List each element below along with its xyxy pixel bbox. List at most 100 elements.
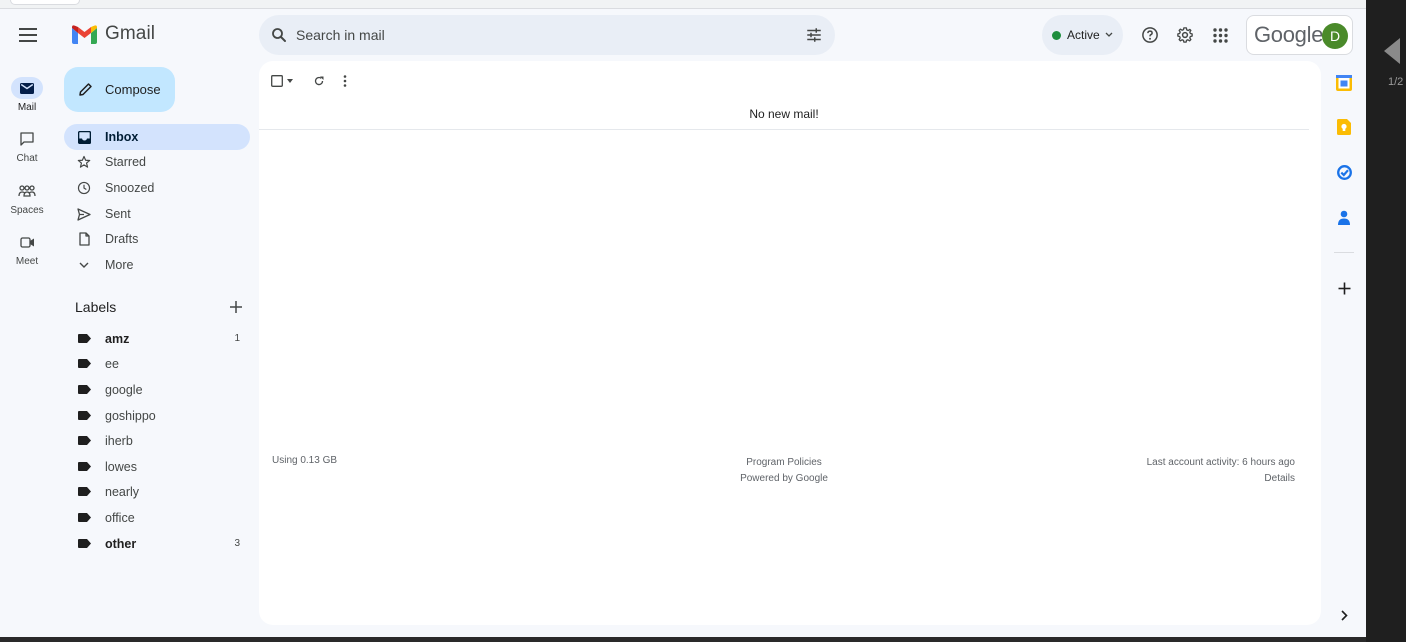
label-name: office [105,510,135,525]
main-menu-button[interactable] [12,20,44,50]
more-actions-button[interactable] [343,75,347,87]
label-name: iherb [105,433,133,448]
plus-icon[interactable] [228,299,244,315]
label-item-office[interactable]: office [64,505,250,530]
nav-item-sent[interactable]: Sent [64,201,250,227]
label-tag-icon [78,334,91,343]
label-item-ee[interactable]: ee [64,351,250,376]
side-panel-divider [1334,252,1354,253]
viewer-side-strip: 1/2 [1366,0,1406,642]
nav-item-more[interactable]: More [64,252,250,278]
label-name: nearly [105,484,140,499]
chevron-right-icon [1340,609,1348,621]
meet-icon [19,236,34,248]
label-tag-icon [78,411,91,420]
label-name: goshippo [105,408,156,423]
rail-item-mail[interactable]: Mail [0,77,54,113]
label-item-goshippo[interactable]: goshippo [64,403,250,428]
page-indicator: 1/2 [1388,76,1404,88]
compose-label: Compose [105,82,161,97]
label-item-amz[interactable]: amz 1 [64,326,250,351]
contacts-icon [1338,210,1350,225]
search-options-icon[interactable] [805,26,823,44]
mail-list-panel: No new mail! Using 0.13 GB Program Polic… [259,61,1321,625]
calendar-icon [1336,75,1352,91]
search-icon[interactable] [270,26,288,44]
gmail-app: Gmail Active Google D Mail [0,9,1366,637]
settings-button[interactable] [1174,24,1196,46]
browser-tab[interactable] [10,0,80,5]
status-selector[interactable]: Active [1042,15,1123,55]
compose-button[interactable]: Compose [64,67,175,112]
label-count: 3 [234,538,240,549]
select-all-checkbox[interactable] [271,75,293,87]
nav-item-snoozed[interactable]: Snoozed [64,175,250,201]
mail-icon [20,82,34,94]
rail-label: Spaces [10,205,44,216]
label-item-nearly[interactable]: nearly [64,479,250,504]
label-name: other [105,536,137,551]
previous-page-icon[interactable] [1384,38,1400,64]
bottom-bar [0,637,1366,642]
more-vert-icon [343,75,347,87]
label-count: 1 [234,333,240,344]
nav-label: Drafts [105,232,139,246]
gmail-m-icon [72,24,97,44]
apps-grid-icon [1212,27,1228,43]
label-item-google[interactable]: google [64,377,250,402]
nav-label: Starred [105,155,146,169]
get-addons-button[interactable] [1334,278,1354,298]
checkbox-icon [271,75,283,87]
tasks-button[interactable] [1334,162,1354,182]
calendar-button[interactable] [1334,73,1354,93]
details-link[interactable]: Details [1147,471,1295,487]
rail-item-meet[interactable]: Meet [0,231,54,267]
label-item-iherb[interactable]: iherb [64,428,250,453]
refresh-icon [314,76,324,86]
apps-button[interactable] [1209,24,1231,46]
footer-right: Last account activity: 6 hours ago Detai… [1147,455,1295,487]
status-label: Active [1067,28,1100,42]
label-item-lowes[interactable]: lowes [64,454,250,479]
hamburger-icon [19,28,37,42]
account-button[interactable]: Google D [1246,15,1353,55]
nav-label: Snoozed [105,181,155,195]
nav-label: Inbox [105,130,139,144]
label-name: lowes [105,459,137,474]
label-name: ee [105,356,119,371]
draft-icon [78,232,90,246]
nav-item-inbox[interactable]: Inbox [64,124,250,150]
rail-label: Meet [15,256,39,267]
pencil-icon [79,83,92,96]
label-item-other[interactable]: other 3 [64,531,250,556]
clock-icon [77,181,91,195]
label-tag-icon [78,359,91,368]
chat-icon [20,132,34,146]
show-side-panel-button[interactable] [1334,605,1354,625]
rail-item-spaces[interactable]: Spaces [0,180,54,216]
refresh-button[interactable] [313,75,325,87]
search-bar[interactable] [259,15,835,55]
label-tag-icon [78,462,91,471]
rail-label: Mail [17,102,37,113]
star-icon [77,155,91,168]
google-logo: Google [1254,22,1324,47]
nav-item-drafts[interactable]: Drafts [64,226,250,252]
keep-button[interactable] [1334,117,1354,137]
search-input[interactable] [296,27,776,43]
browser-tab-strip [0,0,1366,9]
gmail-logo[interactable]: Gmail [72,23,155,45]
label-tag-icon [78,385,91,394]
list-divider [259,129,1309,130]
nav-item-starred[interactable]: Starred [64,149,250,175]
nav-label: Sent [105,207,131,221]
contacts-button[interactable] [1334,207,1354,227]
send-icon [77,207,91,221]
empty-inbox-message: No new mail! [749,107,819,121]
keep-icon [1337,119,1351,135]
support-button[interactable] [1139,24,1161,46]
rail-item-chat[interactable]: Chat [0,128,54,164]
inbox-icon [77,130,91,144]
avatar[interactable]: D [1322,23,1348,49]
label-name: google [105,382,143,397]
